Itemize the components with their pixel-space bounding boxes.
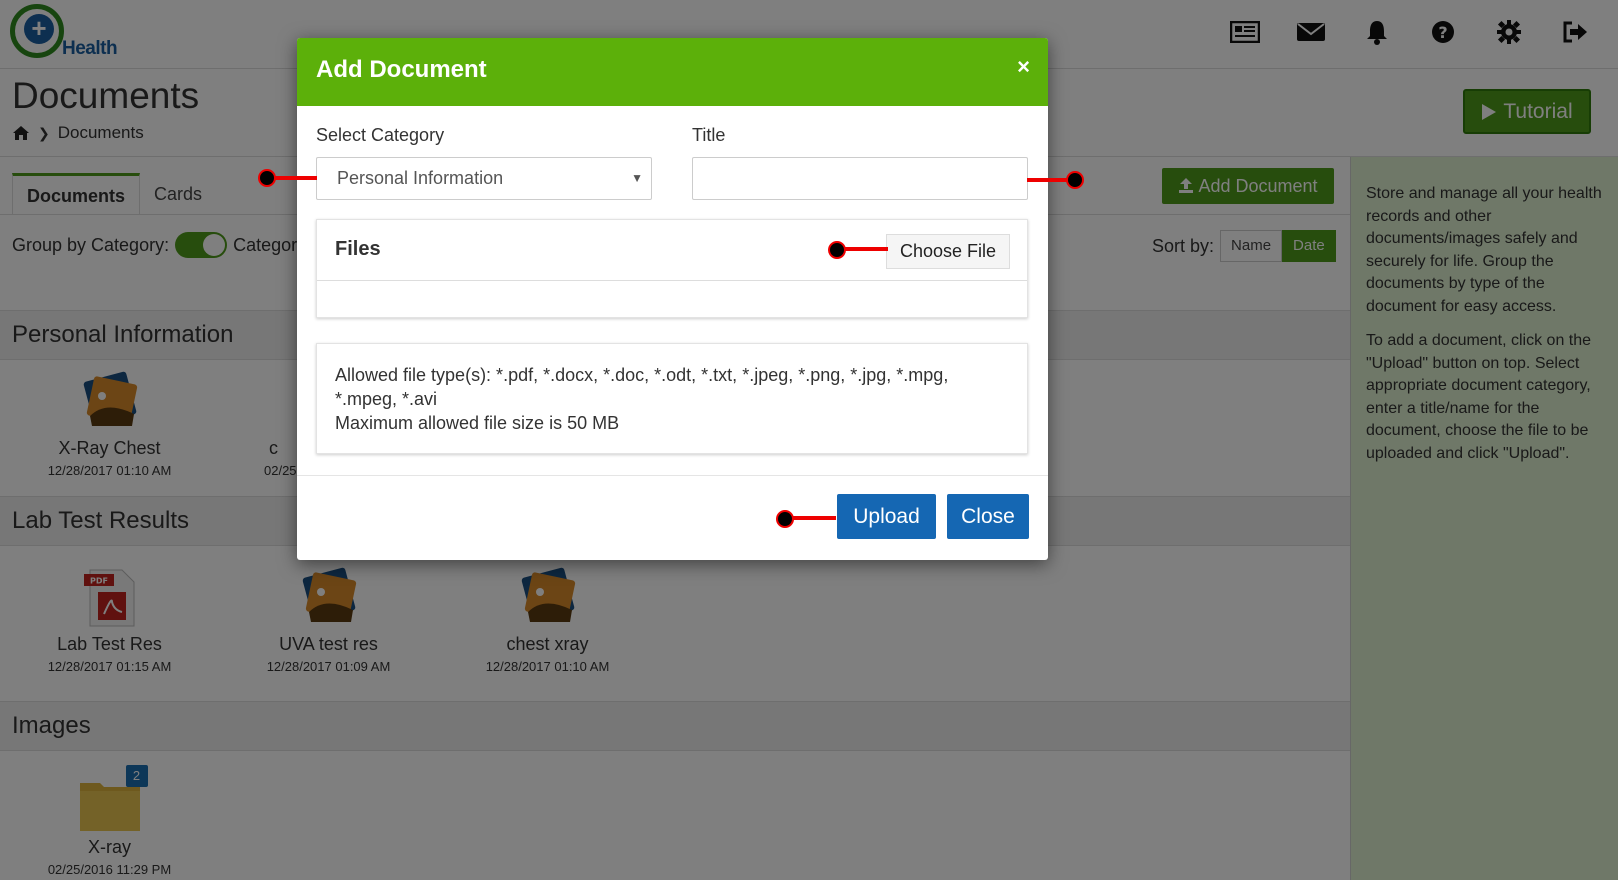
modal-header: Add Document × xyxy=(297,38,1048,106)
annotation-dot xyxy=(776,510,794,528)
files-title: Files xyxy=(335,238,381,260)
allowed-types-text: Allowed file type(s): *.pdf, *.docx, *.d… xyxy=(335,365,949,409)
file-info-panel: Allowed file type(s): *.pdf, *.docx, *.d… xyxy=(316,343,1028,454)
dropdown-arrow-icon: ▼ xyxy=(631,171,643,185)
add-document-modal: Add Document × Select Category Personal … xyxy=(297,38,1048,560)
close-button[interactable]: Close xyxy=(947,494,1029,539)
close-icon[interactable]: × xyxy=(1017,54,1030,80)
max-size-text: Maximum allowed file size is 50 MB xyxy=(335,413,620,433)
files-panel: Files Choose File xyxy=(316,219,1028,318)
annotation-dot xyxy=(258,169,276,187)
category-select[interactable]: Personal Information ▼ xyxy=(316,157,652,200)
category-label: Select Category xyxy=(316,125,445,145)
modal-title: Add Document xyxy=(316,56,487,83)
upload-button[interactable]: Upload xyxy=(837,494,936,539)
category-value: Personal Information xyxy=(337,168,504,188)
title-label: Title xyxy=(692,125,726,145)
title-input[interactable] xyxy=(692,157,1028,200)
annotation-dot xyxy=(1066,171,1084,189)
annotation-dot xyxy=(828,241,846,259)
modal-footer-divider xyxy=(297,475,1048,476)
files-header: Files Choose File xyxy=(317,220,1027,281)
choose-file-button[interactable]: Choose File xyxy=(886,234,1010,269)
